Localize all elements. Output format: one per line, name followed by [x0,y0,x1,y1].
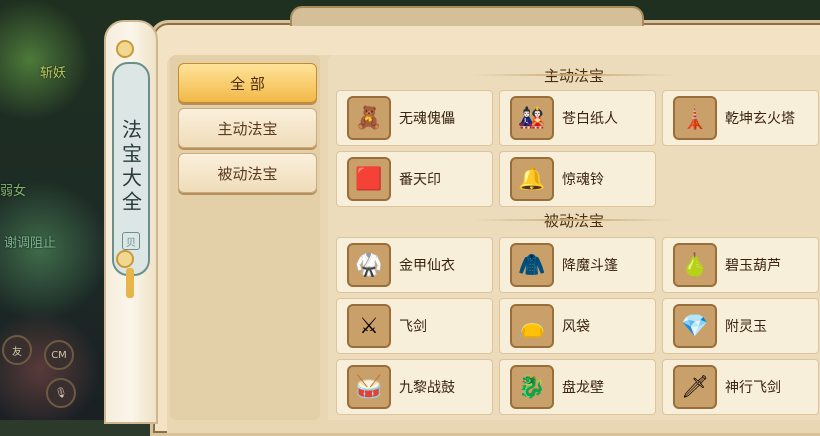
paper-doll-icon: 🎎 [510,96,554,140]
sword-icon: 🗡 [673,365,717,409]
drum-icon: 🥁 [347,365,391,409]
bg-cm-button[interactable]: CM [44,340,74,370]
seal-icon: 🟥 [347,157,391,201]
section-header-active: 主动法宝 [328,65,820,85]
scroll-seal: 贝 [122,232,140,250]
bg-mic-button[interactable]: 🎙 [46,378,76,408]
tassel-icon [126,268,134,298]
gourd-icon: 🍐 [673,243,717,287]
pagoda-icon: 🗼 [673,96,717,140]
scroll-title: 法宝大全 [118,119,143,215]
treasure-item[interactable]: 💎 附灵玉 [662,298,819,354]
scroll-banner: 法宝大全 贝 [104,20,158,424]
treasure-name: 风袋 [562,319,590,335]
treasure-name: 金甲仙衣 [399,258,455,274]
treasure-item[interactable]: 🧸 无魂傀儡 [336,90,493,146]
scroll-top-knob [116,40,134,58]
treasure-item[interactable]: ⚔ 飞剑 [336,298,493,354]
category-passive-tab[interactable]: 被动法宝 [178,153,317,193]
treasure-list: 主动法宝 🧸 无魂傀儡 🎎 苍白纸人 🗼 乾坤玄火塔 🟥 番天印 🔔 惊魂铃 被… [328,55,820,420]
treasure-name: 惊魂铃 [562,172,604,188]
puppet-icon: 🧸 [347,96,391,140]
treasure-item[interactable]: 🥋 金甲仙衣 [336,237,493,293]
armor-icon: 🥋 [347,243,391,287]
category-label: 主动法宝 [217,119,278,138]
header-ornament [565,74,675,76]
category-label: 全 部 [230,74,265,93]
crossed-swords-icon: ⚔ [347,304,391,348]
category-all-tab[interactable]: 全 部 [178,63,317,103]
wind-bag-icon: 👝 [510,304,554,348]
treasure-name: 乾坤玄火塔 [725,111,795,127]
scroll-bottom-knob [116,250,134,268]
treasure-name: 无魂傀儡 [399,111,455,127]
title-tab [290,6,644,26]
bg-text: 斩妖 [40,66,67,81]
header-ornament [565,219,675,221]
bg-cm-label: CM [51,349,67,361]
category-active-tab[interactable]: 主动法宝 [178,108,317,148]
bg-friend-label: 友 [12,346,22,358]
treasure-name: 神行飞剑 [725,380,781,396]
treasure-name: 盘龙壁 [562,380,604,396]
bg-text: 弱女 [0,184,27,199]
treasure-item[interactable]: 👝 风袋 [499,298,656,354]
bell-icon: 🔔 [510,157,554,201]
cloak-icon: 🧥 [510,243,554,287]
treasure-name: 苍白纸人 [562,111,618,127]
treasure-name: 降魔斗篷 [562,258,618,274]
microphone-icon: 🎙 [54,387,68,399]
bg-text: 谢调阻止 [4,236,57,251]
bg-friend-button[interactable]: 友 [2,335,32,365]
treasure-item[interactable]: 🗼 乾坤玄火塔 [662,90,819,146]
treasure-name: 飞剑 [399,319,427,335]
jade-icon: 💎 [673,304,717,348]
treasure-item[interactable]: 🧥 降魔斗篷 [499,237,656,293]
treasure-name: 番天印 [399,172,441,188]
treasure-name: 附灵玉 [725,319,767,335]
treasure-name: 碧玉葫芦 [725,258,781,274]
treasure-item[interactable]: 🟥 番天印 [336,151,493,207]
treasure-item[interactable]: 🐉 盘龙壁 [499,359,656,415]
treasure-item[interactable]: 🥁 九黎战鼓 [336,359,493,415]
category-label: 被动法宝 [217,164,278,183]
scroll-band: 法宝大全 贝 [112,62,150,276]
treasure-item[interactable]: 🔔 惊魂铃 [499,151,656,207]
section-header-passive: 被动法宝 [328,210,820,230]
treasure-item[interactable]: 🎎 苍白纸人 [499,90,656,146]
treasure-name: 九黎战鼓 [399,380,455,396]
treasure-item[interactable]: 🍐 碧玉葫芦 [662,237,819,293]
treasure-item[interactable]: 🗡 神行飞剑 [662,359,819,415]
dragon-wall-icon: 🐉 [510,365,554,409]
category-nav: 全 部 主动法宝 被动法宝 [170,55,320,420]
